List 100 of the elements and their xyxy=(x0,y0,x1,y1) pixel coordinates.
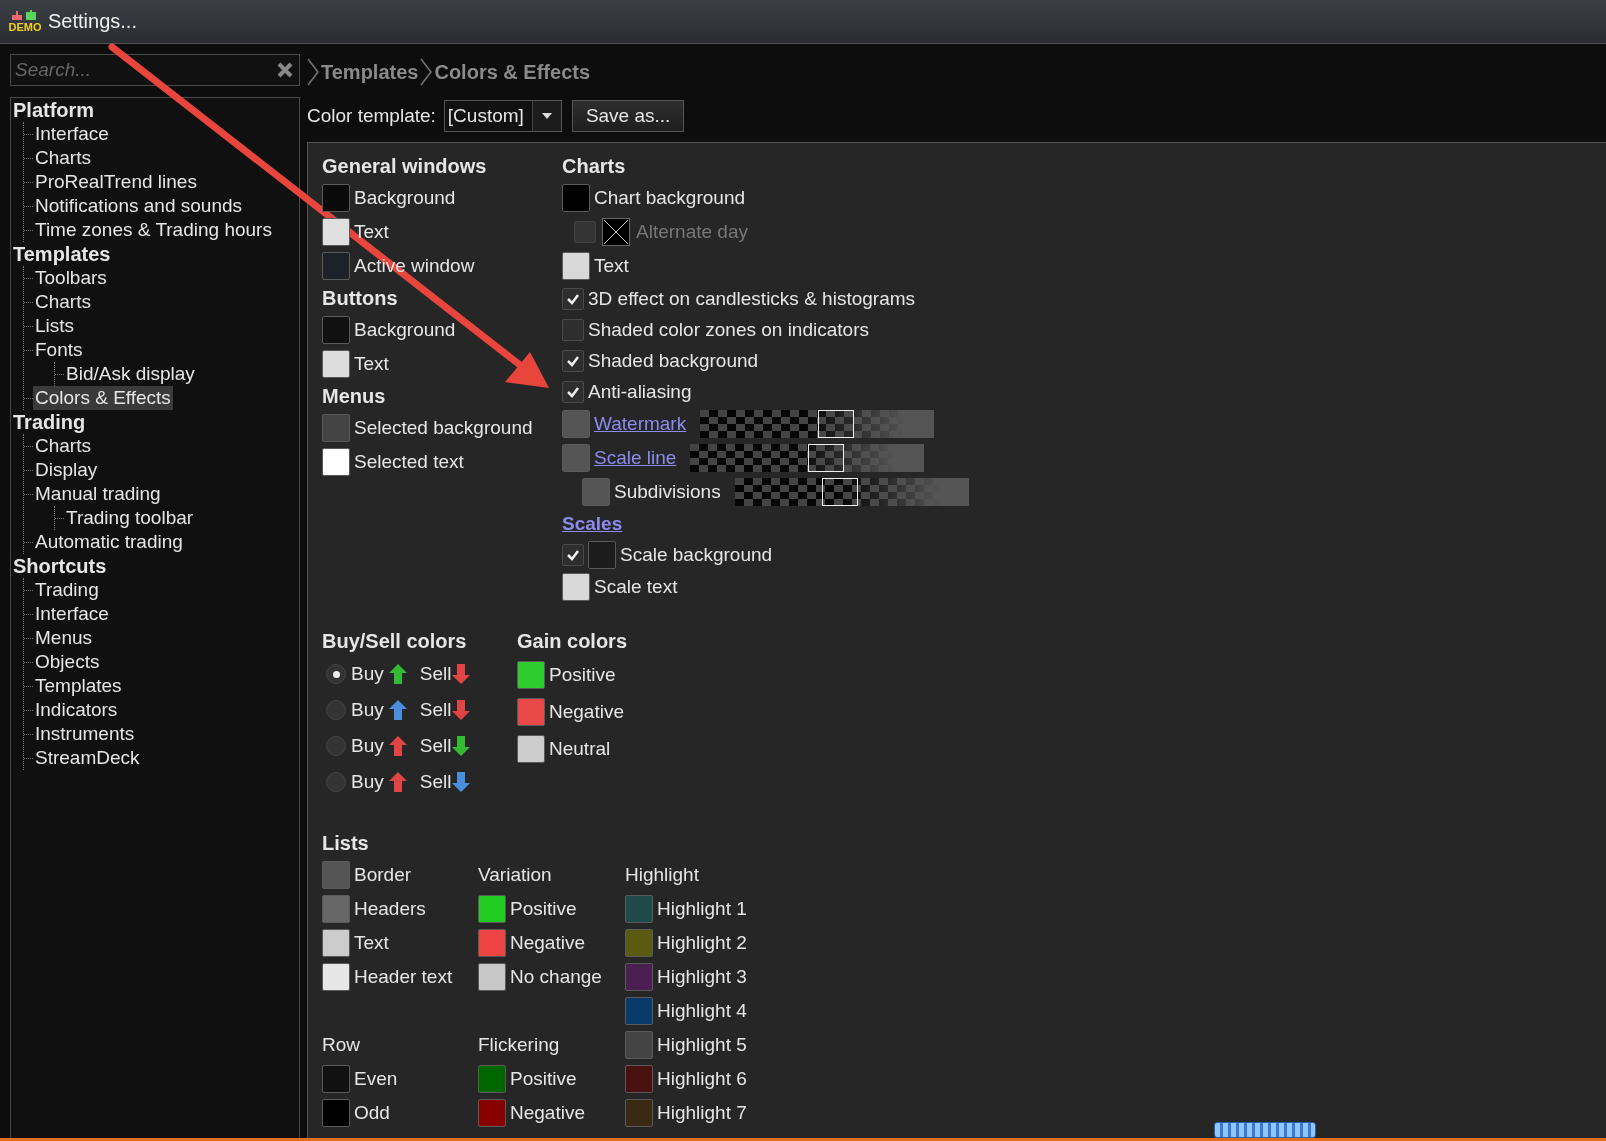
option-link[interactable]: Watermark xyxy=(594,413,687,435)
color-swatch[interactable] xyxy=(582,478,610,506)
color-swatch[interactable] xyxy=(322,1099,350,1127)
no-color-swatch-icon[interactable] xyxy=(602,218,630,246)
transparency-marker[interactable] xyxy=(821,478,858,506)
section-link[interactable]: Scales xyxy=(562,513,623,535)
option-label: Border xyxy=(354,864,412,886)
color-swatch[interactable] xyxy=(562,410,590,438)
color-swatch[interactable] xyxy=(322,350,350,378)
search-field[interactable]: Search... xyxy=(10,54,300,86)
section-heading: General windows xyxy=(322,153,488,179)
caret-icon xyxy=(541,113,552,119)
tree-item[interactable]: Manual trading xyxy=(33,482,163,506)
color-swatch[interactable] xyxy=(322,414,350,442)
color-swatch[interactable] xyxy=(322,895,350,923)
tree-item[interactable]: Bid/Ask display xyxy=(64,362,197,386)
tree-item[interactable]: Colors & Effects xyxy=(33,386,173,410)
color-swatch[interactable] xyxy=(322,316,350,344)
option-label: Highlight 7 xyxy=(657,1102,747,1124)
radio-button[interactable] xyxy=(326,736,346,756)
tree-item[interactable]: Display xyxy=(33,458,100,482)
buy-label: Buy xyxy=(351,771,384,793)
option-label: Positive xyxy=(510,898,577,920)
tree-item[interactable]: Interface xyxy=(33,122,111,146)
tree-item[interactable]: StreamDeck xyxy=(33,746,142,770)
tree-item[interactable]: Toolbars xyxy=(33,266,109,290)
option-label: Scale background xyxy=(620,543,773,566)
tree-group-label[interactable]: Platform xyxy=(13,98,297,122)
color-swatch[interactable] xyxy=(625,1065,653,1093)
tree-item[interactable]: Indicators xyxy=(33,698,120,722)
tree-item[interactable]: Menus xyxy=(33,626,95,650)
tree-item[interactable]: Templates xyxy=(33,674,124,698)
radio-button[interactable] xyxy=(326,772,346,792)
color-swatch[interactable] xyxy=(322,963,350,991)
checkbox[interactable] xyxy=(562,543,584,566)
color-swatch[interactable] xyxy=(478,1065,506,1093)
color-swatch[interactable] xyxy=(478,963,506,991)
radio-button[interactable] xyxy=(326,664,346,684)
sell-label: Sell xyxy=(419,699,452,721)
tree-group-label[interactable]: Shortcuts xyxy=(13,554,297,578)
color-swatch[interactable] xyxy=(625,1031,653,1059)
color-swatch[interactable] xyxy=(562,252,590,280)
tree-item[interactable]: Interface xyxy=(33,602,111,626)
tree-group-label[interactable]: Trading xyxy=(13,410,297,434)
tree-group-label[interactable]: Templates xyxy=(13,242,297,266)
tree-item[interactable]: Notifications and sounds xyxy=(33,194,244,218)
color-swatch[interactable] xyxy=(322,252,350,280)
color-swatch[interactable] xyxy=(478,1099,506,1127)
breadcrumb-link[interactable]: Templates xyxy=(321,60,419,84)
tree-item[interactable]: Charts xyxy=(33,290,93,314)
clear-icon[interactable] xyxy=(277,62,293,78)
tree-item[interactable]: Charts xyxy=(33,146,93,170)
section-heading: Gain colors xyxy=(517,628,628,654)
color-swatch[interactable] xyxy=(517,734,545,763)
tree-item[interactable]: Instruments xyxy=(33,722,137,746)
color-swatch[interactable] xyxy=(517,697,545,726)
transparency-marker[interactable] xyxy=(817,410,854,438)
option-link[interactable]: Scale line xyxy=(594,447,677,469)
color-swatch[interactable] xyxy=(562,184,590,212)
tree-item[interactable]: Time zones & Trading hours xyxy=(33,218,274,242)
breadcrumb-link[interactable]: Colors & Effects xyxy=(434,60,591,84)
checkbox[interactable] xyxy=(562,380,584,403)
window-title: Settings... xyxy=(48,10,137,33)
tree-item[interactable]: Charts xyxy=(33,434,93,458)
tree-item[interactable]: ProRealTrend lines xyxy=(33,170,199,194)
tree-item[interactable]: Objects xyxy=(33,650,102,674)
color-swatch[interactable] xyxy=(562,444,590,472)
radio-button[interactable] xyxy=(326,700,346,720)
checkbox[interactable] xyxy=(562,318,584,341)
transparency-marker[interactable] xyxy=(808,444,845,472)
color-swatch[interactable] xyxy=(322,218,350,246)
color-swatch[interactable] xyxy=(322,184,350,212)
sell-label: Sell xyxy=(419,735,452,757)
color-swatch[interactable] xyxy=(588,540,616,569)
color-swatch[interactable] xyxy=(322,1065,350,1093)
color-swatch[interactable] xyxy=(478,895,506,923)
checkbox[interactable] xyxy=(562,287,584,310)
color-swatch[interactable] xyxy=(625,1099,653,1127)
color-swatch[interactable] xyxy=(322,448,350,476)
color-swatch[interactable] xyxy=(625,963,653,991)
color-swatch[interactable] xyxy=(562,573,590,601)
option-label: 3D effect on candlesticks & histograms xyxy=(588,287,916,310)
tree-item[interactable]: Lists xyxy=(33,314,77,338)
color-swatch[interactable] xyxy=(517,660,545,689)
section-heading: Lists xyxy=(322,830,370,856)
color-swatch[interactable] xyxy=(478,929,506,957)
color-template-dropdown[interactable]: [Custom] xyxy=(443,100,562,132)
color-swatch[interactable] xyxy=(625,929,653,957)
color-swatch[interactable] xyxy=(625,997,653,1025)
option-label: Text xyxy=(354,353,389,375)
save-as-button[interactable]: Save as... xyxy=(571,100,685,132)
tree-item[interactable]: Fonts xyxy=(33,338,85,362)
option-label: Header text xyxy=(354,966,453,988)
tree-item[interactable]: Trading toolbar xyxy=(64,506,196,530)
color-swatch[interactable] xyxy=(322,929,350,957)
color-swatch[interactable] xyxy=(625,895,653,923)
tree-item[interactable]: Automatic trading xyxy=(33,530,185,554)
color-swatch[interactable] xyxy=(322,861,350,889)
checkbox[interactable] xyxy=(562,349,584,372)
tree-item[interactable]: Trading xyxy=(33,578,101,602)
